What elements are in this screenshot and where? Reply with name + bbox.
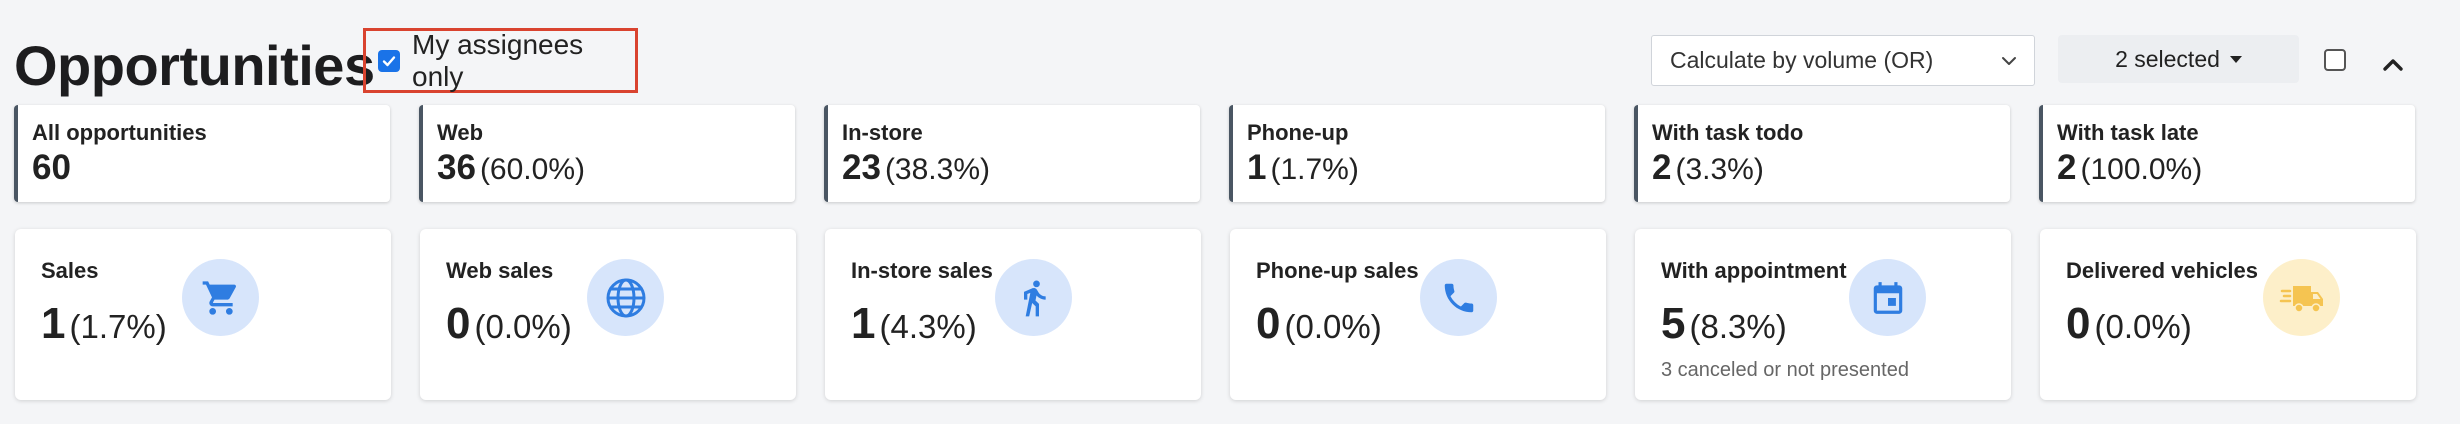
page-title: Opportunities — [14, 34, 375, 97]
summary-card-value: 2 (100.0%) — [2057, 148, 2415, 190]
summary-card-percent: (60.0%) — [479, 153, 585, 186]
summary-card-label: With task late — [2057, 120, 2199, 145]
page-header: Opportunities My assignees only Calculat… — [0, 0, 2460, 104]
summary-card-all-opportunities[interactable]: All opportunities 60 — [14, 105, 390, 202]
globe-icon — [587, 259, 664, 336]
summary-card-label: In-store — [842, 120, 923, 145]
summary-card-value: 23 (38.3%) — [842, 148, 1200, 190]
summary-card-in-store[interactable]: In-store 23 (38.3%) — [824, 105, 1200, 202]
stat-card-value: 1 (1.7%) — [41, 296, 167, 355]
stat-card-value: 1 (4.3%) — [851, 296, 977, 355]
summary-card-percent: (3.3%) — [1675, 153, 1764, 186]
summary-card-count: 1 — [1247, 148, 1267, 187]
stat-card-percent: (0.0%) — [1284, 308, 1382, 345]
stat-card-label: With appointment — [1661, 258, 1847, 283]
summary-card-value: 1 (1.7%) — [1247, 148, 1605, 190]
stat-card-count: 0 — [1256, 299, 1281, 348]
summary-card-web[interactable]: Web 36 (60.0%) — [419, 105, 795, 202]
stat-card-sales[interactable]: Sales 1 (1.7%) — [15, 229, 391, 400]
phone-icon — [1420, 259, 1497, 336]
my-assignees-checkbox[interactable] — [378, 49, 400, 72]
summary-card-task-todo[interactable]: With task todo 2 (3.3%) — [1634, 105, 2010, 202]
calculate-by-select[interactable]: Calculate by volume (OR) — [1651, 35, 2035, 86]
chevron-down-icon — [2002, 57, 2016, 65]
stat-card-web-sales[interactable]: Web sales 0 (0.0%) — [420, 229, 796, 400]
summary-card-label: All opportunities — [32, 120, 207, 145]
summary-card-label: With task todo — [1652, 120, 1804, 145]
stat-card-label: Delivered vehicles — [2066, 258, 2259, 283]
walking-person-icon — [995, 259, 1072, 336]
summary-card-value: 60 — [32, 148, 390, 190]
summary-card-percent: (100.0%) — [2080, 153, 2203, 186]
summary-card-count: 60 — [32, 148, 71, 187]
summary-card-count: 36 — [437, 148, 476, 187]
summary-card-count: 23 — [842, 148, 881, 187]
cart-icon — [182, 259, 259, 336]
summary-card-count: 2 — [1652, 148, 1672, 187]
delivery-truck-icon — [2263, 259, 2340, 336]
selected-dropdown-label: 2 selected — [2115, 45, 2220, 72]
stat-card-count: 0 — [2066, 299, 2091, 348]
summary-card-count: 2 — [2057, 148, 2077, 187]
summary-card-task-late[interactable]: With task late 2 (100.0%) — [2039, 105, 2415, 202]
stat-card-percent: (0.0%) — [474, 308, 572, 345]
checkmark-icon — [382, 55, 396, 66]
stat-card-count: 0 — [446, 299, 471, 348]
stat-card-value: 0 (0.0%) — [2066, 296, 2192, 355]
my-assignees-filter[interactable]: My assignees only — [363, 28, 638, 93]
stat-card-label: Phone-up sales — [1256, 258, 1419, 283]
toggle-checkbox[interactable] — [2324, 49, 2346, 71]
stat-card-phone-up-sales[interactable]: Phone-up sales 0 (0.0%) — [1230, 229, 1606, 400]
summary-card-value: 2 (3.3%) — [1652, 148, 2010, 190]
calendar-icon — [1849, 259, 1926, 336]
stat-card-count: 1 — [851, 299, 876, 348]
stat-card-subtext: 3 canceled or not presented — [1661, 359, 1909, 381]
stat-card-value: 0 (0.0%) — [1256, 296, 1382, 355]
stat-card-value: 5 (8.3%) — [1661, 296, 1787, 355]
summary-card-label: Phone-up — [1247, 120, 1349, 145]
collapse-button[interactable] — [2378, 50, 2408, 80]
chevron-up-icon — [2383, 59, 2403, 71]
calculate-by-value: Calculate by volume (OR) — [1670, 47, 1934, 73]
summary-card-percent: (38.3%) — [884, 153, 990, 186]
summary-card-label: Web — [437, 120, 484, 145]
stat-card-label: In-store sales — [851, 258, 993, 283]
stat-card-percent: (4.3%) — [879, 308, 977, 345]
selected-dropdown-button[interactable]: 2 selected — [2058, 35, 2299, 83]
stat-card-count: 5 — [1661, 299, 1686, 348]
stat-card-label: Web sales — [446, 258, 554, 283]
stat-card-label: Sales — [41, 258, 99, 283]
stat-card-value: 0 (0.0%) — [446, 296, 572, 355]
stat-card-delivered-vehicles[interactable]: Delivered vehicles 0 (0.0%) — [2040, 229, 2416, 400]
summary-card-phone-up[interactable]: Phone-up 1 (1.7%) — [1229, 105, 1605, 202]
caret-down-icon — [2229, 55, 2242, 63]
my-assignees-label: My assignees only — [412, 28, 584, 92]
stat-card-in-store-sales[interactable]: In-store sales 1 (4.3%) — [825, 229, 1201, 400]
stat-card-with-appointment[interactable]: With appointment 5 (8.3%) 3 canceled or n… — [1635, 229, 2011, 400]
stat-card-percent: (8.3%) — [1689, 308, 1787, 345]
summary-card-value: 36 (60.0%) — [437, 148, 795, 190]
stat-card-percent: (1.7%) — [69, 308, 167, 345]
summary-card-percent: (1.7%) — [1270, 153, 1359, 186]
stat-card-count: 1 — [41, 299, 66, 348]
stat-card-percent: (0.0%) — [2094, 308, 2192, 345]
